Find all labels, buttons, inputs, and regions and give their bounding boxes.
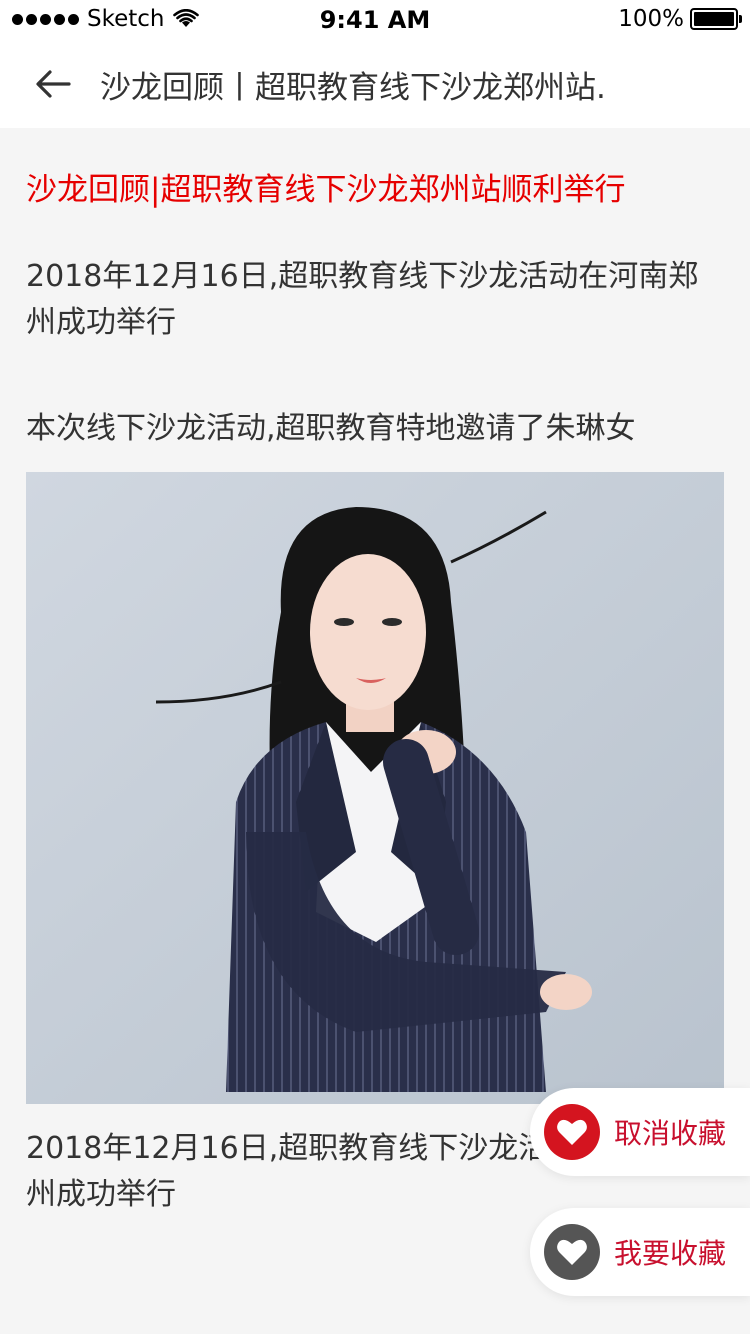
battery-icon <box>690 8 742 30</box>
nav-bar: 沙龙回顾丨超职教育线下沙龙郑州站. <box>0 40 750 128</box>
status-bar: Sketch 9:41 AM 100% <box>0 0 750 40</box>
status-right: 100% <box>618 6 742 32</box>
collect-button[interactable]: 我要收藏 <box>530 1208 750 1296</box>
heart-icon-circle <box>544 1104 600 1160</box>
portrait-photo <box>26 472 724 1104</box>
battery-percent: 100% <box>618 6 684 32</box>
cancel-collect-button[interactable]: 取消收藏 <box>530 1088 750 1176</box>
heart-icon <box>557 1119 587 1145</box>
article-paragraph: 2018年12月16日,超职教育线下沙龙活动在河南郑州成功举行 <box>26 259 699 340</box>
back-button[interactable] <box>28 60 78 108</box>
collect-label: 我要收藏 <box>614 1237 727 1270</box>
arrow-left-icon <box>36 70 71 98</box>
cancel-collect-label: 取消收藏 <box>614 1117 727 1150</box>
article-title: 沙龙回顾|超职教育线下沙龙郑州站顺利举行 <box>26 172 626 208</box>
article-content: 沙龙回顾|超职教育线下沙龙郑州站顺利举行 2018年12月16日,超职教育线下沙… <box>26 128 726 1218</box>
heart-icon <box>557 1239 587 1265</box>
page-title: 沙龙回顾丨超职教育线下沙龙郑州站. <box>100 70 606 106</box>
article-paragraph: 本次线下沙龙活动,超职教育特地邀请了朱琳女 <box>26 411 636 446</box>
heart-icon-circle <box>544 1224 600 1280</box>
speaker-portrait <box>26 472 724 1104</box>
